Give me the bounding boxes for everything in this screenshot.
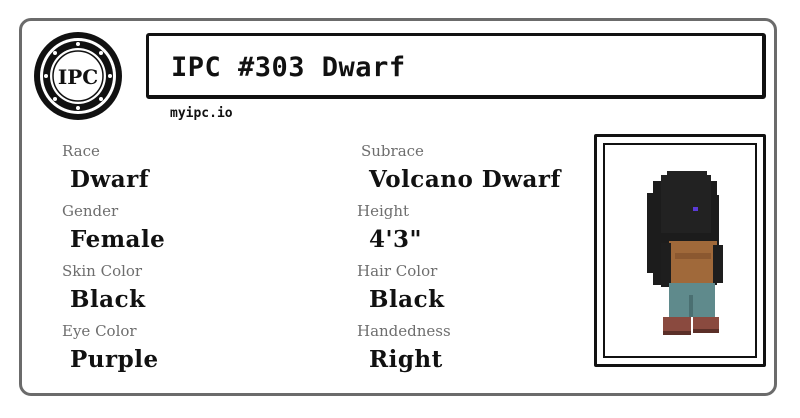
race-value: Dwarf — [70, 166, 150, 193]
race-label: Race — [62, 142, 100, 160]
eye-color-value: Purple — [70, 346, 159, 373]
dwarf-sprite — [647, 171, 723, 335]
height-label: Height — [357, 202, 410, 220]
handedness-label: Handedness — [357, 322, 451, 340]
handedness-value: Right — [369, 346, 443, 373]
height-value: 4'3" — [369, 226, 423, 253]
page-title: IPC #303 Dwarf — [171, 52, 406, 83]
portrait-frame — [603, 143, 757, 358]
title-box: IPC #303 Dwarf — [146, 33, 766, 99]
hair-color-value: Black — [369, 286, 445, 313]
subrace-label: Subrace — [361, 142, 424, 160]
gender-value: Female — [70, 226, 166, 253]
logo-text: IPC — [58, 65, 98, 89]
skin-color-label: Skin Color — [62, 262, 143, 280]
subrace-value: Volcano Dwarf — [369, 166, 561, 193]
gender-label: Gender — [62, 202, 119, 220]
ipc-logo: IPC — [32, 30, 124, 122]
eye-color-label: Eye Color — [62, 322, 137, 340]
site-link[interactable]: myipc.io — [170, 106, 233, 121]
character-portrait — [594, 134, 766, 367]
hair-color-label: Hair Color — [357, 262, 438, 280]
skin-color-value: Black — [70, 286, 146, 313]
